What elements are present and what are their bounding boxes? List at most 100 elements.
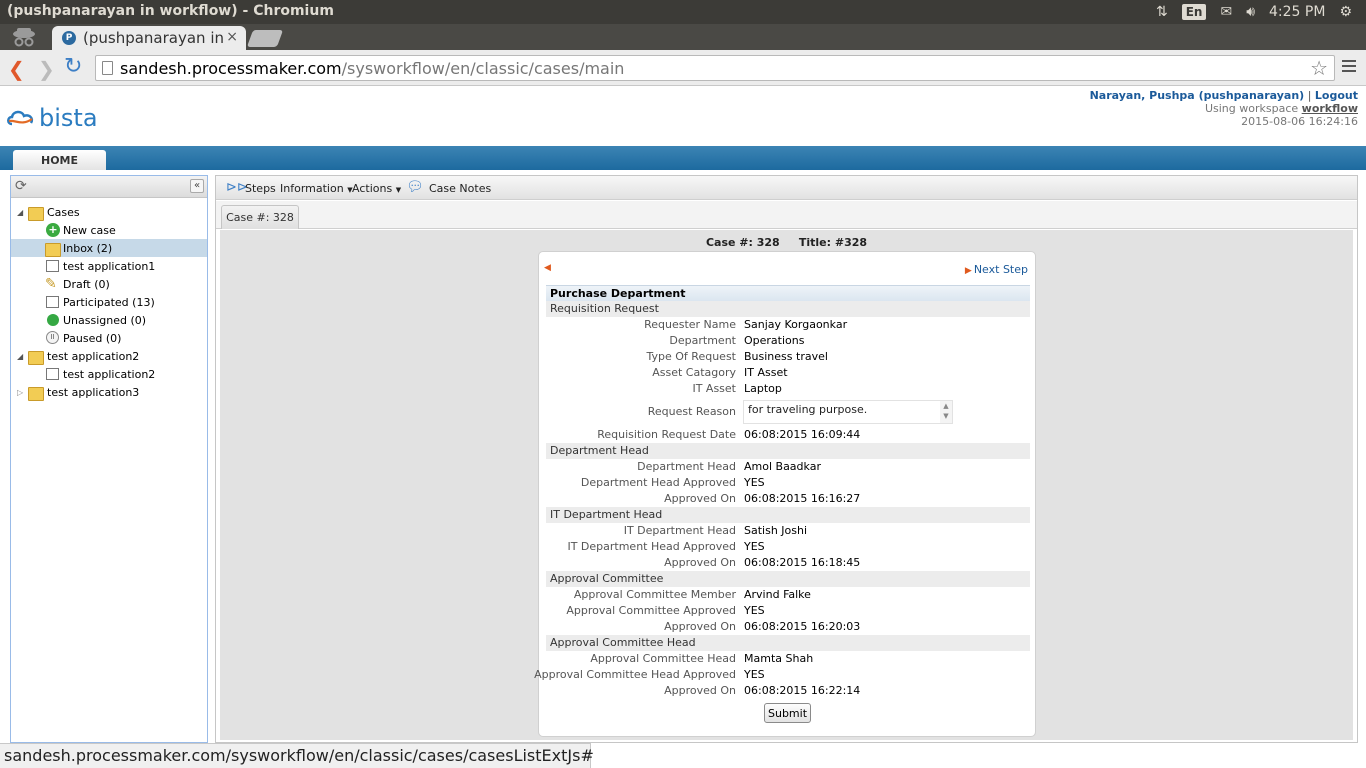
folder-icon	[28, 387, 44, 401]
volume-icon[interactable]: 🔊︎	[1246, 4, 1255, 20]
tab-home[interactable]: HOME	[13, 150, 106, 170]
case-number: Case #: 328	[705, 236, 780, 249]
user-info: Narayan, Pushpa (pushpanarayan) | Logout…	[1089, 89, 1358, 128]
address-bar[interactable]: sandesh.processmaker.com/sysworkflow/en/…	[95, 55, 1335, 81]
collapse-panel-icon[interactable]: «	[190, 179, 204, 193]
collapsed-arrow-icon[interactable]: ▷	[17, 388, 23, 397]
tree-item-unassigned[interactable]: Unassigned (0)	[11, 311, 207, 329]
field-committee-approved-on: Approved On 06:08:2015 16:20:03	[664, 620, 861, 633]
browser-tab-active[interactable]: P (pushpanarayan in ×	[52, 26, 246, 50]
tree-item-paused[interactable]: II Paused (0)	[11, 329, 207, 347]
mail-icon[interactable]: ✉	[1220, 4, 1232, 20]
tree-panel-header: ⟳ «	[11, 176, 207, 198]
field-type-of-request: Type Of Request Business travel	[646, 350, 828, 363]
processmaker-favicon-icon: P	[62, 31, 76, 45]
dropdown-arrow-icon: ▼	[395, 186, 402, 194]
participated-document-icon	[46, 296, 59, 308]
keyboard-layout-indicator[interactable]: En	[1181, 4, 1207, 20]
clock[interactable]: 4:25 PM	[1269, 4, 1325, 20]
plus-circle-icon: +	[46, 223, 60, 237]
expanded-arrow-icon[interactable]: ◢	[17, 208, 23, 217]
back-arrow-icon[interactable]: ❮	[8, 57, 25, 81]
user-name-link[interactable]: Narayan, Pushpa (pushpanarayan)	[1090, 89, 1305, 102]
request-reason-textarea[interactable]: for traveling purpose. ▲ ▼	[743, 400, 953, 424]
system-tray: ⇅ En ✉ 🔊︎ 4:25 PM ⚙	[1156, 0, 1366, 24]
bookmark-star-icon[interactable]: ☆	[1310, 56, 1328, 80]
tab-case[interactable]: Case #: 328	[221, 205, 299, 229]
field-asset-category: Asset Catagory IT Asset	[652, 366, 788, 379]
textarea-scrollbar[interactable]: ▲ ▼	[940, 401, 952, 423]
tree-node-cases[interactable]: ◢ Cases	[11, 203, 207, 221]
url-host: sandesh.processmaker.com	[120, 58, 342, 78]
actions-menu[interactable]: Actions ▼	[352, 182, 401, 195]
window-title: (pushpanarayan in workflow) - Chromium	[7, 3, 334, 19]
forward-arrow-icon[interactable]: ❯	[38, 57, 55, 81]
panel-splitter[interactable]	[209, 175, 214, 743]
previous-step-icon[interactable]: ◀	[544, 263, 551, 273]
logo: bista	[6, 104, 98, 132]
browser-menu-icon[interactable]	[1342, 60, 1356, 75]
form-document-icon	[46, 260, 59, 272]
close-icon[interactable]: ×	[226, 29, 238, 45]
speech-bubble-icon: 💬︎	[406, 179, 424, 195]
incognito-icon	[13, 28, 35, 47]
case-title-line: Case #: 328 Title: #328	[220, 236, 1353, 249]
case-notes-button[interactable]: Case Notes	[429, 182, 491, 195]
tree-item-test-application1[interactable]: test application1	[11, 257, 207, 275]
unassigned-icon	[47, 314, 59, 326]
cases-tree-panel: ⟳ « ◢ Cases + New case Inbox (2) test ap…	[10, 175, 208, 743]
browser-status-bar: sandesh.processmaker.com/sysworkflow/en/…	[0, 743, 594, 768]
field-department-head-approved: Department Head Approved YES	[580, 476, 765, 489]
field-requester-name: Requester Name Sanjay Korgaonkar	[644, 318, 848, 331]
app-header: bista Narayan, Pushpa (pushpanarayan) | …	[0, 86, 1366, 146]
information-menu[interactable]: Information ▼	[280, 182, 353, 195]
tree-item-inbox[interactable]: Inbox (2)	[11, 239, 207, 257]
logout-link[interactable]: Logout	[1315, 89, 1358, 102]
tree-item-test-application2[interactable]: test application2	[11, 365, 207, 383]
section-approval-committee: Approval Committee	[546, 571, 1030, 587]
tab-title: (pushpanarayan in	[83, 29, 224, 47]
new-tab-button[interactable]	[246, 30, 284, 47]
dynaform-card: ◀ ▶ Next Step Purchase Department Requisi…	[534, 251, 1036, 737]
next-arrow-icon: ▶	[964, 266, 972, 276]
section-requisition-request: Requisition Request	[546, 301, 1030, 317]
steps-button[interactable]: Steps	[245, 182, 276, 195]
next-step-link[interactable]: ▶ Next Step	[965, 263, 1028, 276]
reload-icon[interactable]: ↻	[64, 54, 82, 79]
refresh-icon[interactable]: ⟳	[15, 178, 27, 194]
os-top-bar: (pushpanarayan in workflow) - Chromium ⇅…	[0, 0, 1366, 24]
case-toolbar: ⊳⊳ Steps Information ▼ Actions ▼ 💬︎ Case…	[216, 176, 1357, 200]
field-approval-committee-head-approved: Approval Committee Head Approved YES	[534, 668, 765, 681]
logo-text: bista	[39, 104, 98, 132]
field-department: Department Operations	[669, 334, 805, 347]
tree-node-test-application2[interactable]: ◢ test application2	[11, 347, 207, 365]
field-it-department-head: IT Department Head Satish Joshi	[623, 524, 808, 537]
section-department-head: Department Head	[546, 443, 1030, 459]
main-menu-bar: HOME	[0, 146, 1366, 170]
field-department-head: Department Head Amol Baadkar	[637, 460, 821, 473]
section-approval-committee-head: Approval Committee Head	[546, 635, 1030, 651]
folder-icon	[28, 207, 44, 221]
expanded-arrow-icon[interactable]: ◢	[17, 352, 23, 361]
inbox-folder-icon	[45, 243, 61, 257]
field-it-approved-on: Approved On 06:08:2015 16:18:45	[664, 556, 861, 569]
form-document-icon	[46, 368, 59, 380]
tree-item-participated[interactable]: Participated (13)	[11, 293, 207, 311]
pencil-icon: ✎	[45, 276, 57, 292]
case-title: Title: #328	[798, 236, 868, 249]
case-tabs-row: Case #: 328	[216, 201, 1357, 229]
workspace-prefix: Using workspace	[1204, 102, 1299, 115]
tree-node-test-application3[interactable]: ▷ test application3	[11, 383, 207, 401]
submit-button[interactable]: Submit	[764, 703, 811, 723]
tree-item-draft[interactable]: ✎ Draft (0)	[11, 275, 207, 293]
field-dept-approved-on: Approved On 06:08:2015 16:16:27	[664, 492, 861, 505]
field-approval-committee-head: Approval Committee Head Mamta Shah	[590, 652, 814, 665]
tree-item-new-case[interactable]: + New case	[11, 221, 207, 239]
field-approval-committee-approved: Approval Committee Approved YES	[566, 604, 765, 617]
gear-icon[interactable]: ⚙	[1339, 4, 1352, 20]
section-it-department-head: IT Department Head	[546, 507, 1030, 523]
field-committee-head-approved-on: Approved On 06:08:2015 16:22:14	[664, 684, 861, 697]
network-icon[interactable]: ⇅	[1156, 4, 1168, 20]
field-approval-committee-member: Approval Committee Member Arvind Falke	[573, 588, 811, 601]
workspace-link[interactable]: workflow	[1302, 102, 1358, 115]
